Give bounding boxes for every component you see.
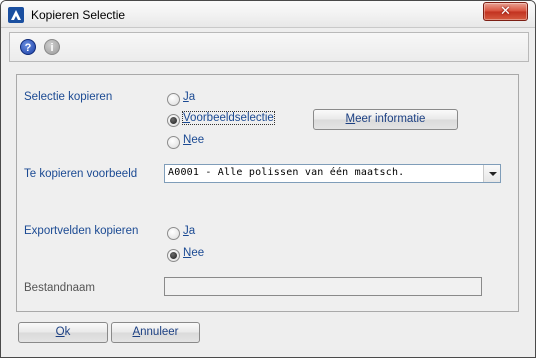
bestandnaam-label: Bestandnaam [24, 282, 95, 294]
voorbeeld-dropdown[interactable]: A0001 - Alle polissen van één maatsch. [164, 164, 501, 183]
radio-selected-dot [170, 117, 177, 124]
toolbar: ? i [9, 32, 529, 62]
ok-button[interactable]: Ok [18, 322, 108, 343]
window-title: Kopieren Selectie [31, 8, 126, 22]
dialog-window: Kopieren Selectie ✕ ? i Selectie kopiere… [0, 0, 536, 358]
title-bar[interactable]: Kopieren Selectie ✕ [1, 1, 535, 28]
bestandnaam-field[interactable] [164, 277, 482, 296]
radio-selected-dot [170, 252, 177, 259]
te-kopieren-voorbeeld-label: Te kopieren voorbeeld [24, 168, 138, 180]
selectie-nee-label[interactable]: Nee [183, 134, 204, 146]
close-icon: ✕ [500, 4, 511, 19]
export-ja-label[interactable]: Ja [183, 225, 195, 237]
chevron-down-icon[interactable] [483, 165, 500, 182]
selectie-nee-radio[interactable] [167, 136, 181, 150]
selectie-ja-radio[interactable] [167, 93, 181, 107]
info-icon[interactable]: i [44, 39, 60, 55]
close-button[interactable]: ✕ [483, 2, 528, 21]
exportvelden-kopieren-label: Exportvelden kopieren [24, 225, 139, 237]
app-logo-icon [8, 7, 24, 23]
meer-informatie-button[interactable]: Meer informatie [313, 109, 458, 130]
form-panel: Selectie kopieren Ja Voorbeeldselectie M… [16, 74, 519, 312]
selectie-voorbeeldselectie-label[interactable]: Voorbeeldselectie [182, 111, 275, 125]
help-icon[interactable]: ? [20, 39, 36, 55]
export-nee-label[interactable]: Nee [183, 247, 204, 259]
selectie-voorbeeldselectie-radio[interactable] [167, 114, 181, 128]
selectie-kopieren-label: Selectie kopieren [24, 91, 113, 103]
voorbeeld-dropdown-value: A0001 - Alle polissen van één maatsch. [168, 167, 405, 178]
export-nee-radio[interactable] [167, 249, 181, 263]
export-ja-radio[interactable] [167, 227, 181, 241]
annuleer-button[interactable]: Annuleer [111, 322, 200, 343]
selectie-ja-label[interactable]: Ja [183, 91, 195, 103]
